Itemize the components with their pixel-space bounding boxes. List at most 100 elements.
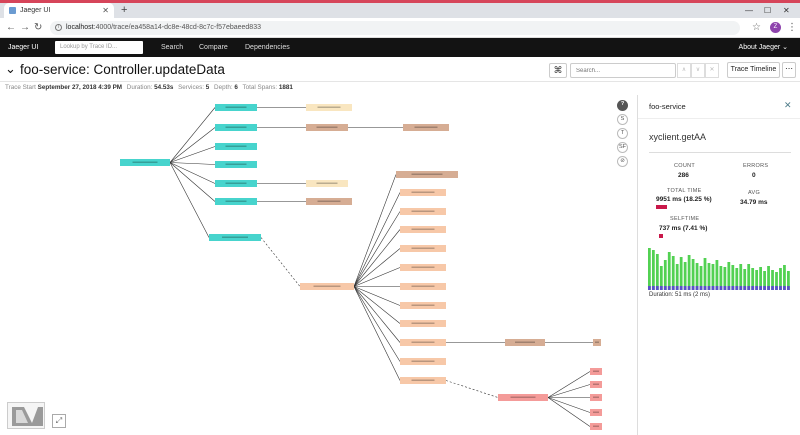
nav-search-link[interactable]: Search xyxy=(161,38,183,57)
graph-edge xyxy=(353,286,401,324)
histogram-bar-self xyxy=(687,286,691,290)
more-options-icon[interactable]: ⋯ xyxy=(782,62,796,78)
view-service-button[interactable]: S xyxy=(617,114,628,125)
depth-value: 6 xyxy=(234,84,238,91)
histogram-bar-self xyxy=(655,286,659,290)
bookmark-star-icon[interactable]: ☆ xyxy=(752,20,761,36)
profile-avatar[interactable]: Z xyxy=(770,22,781,33)
panel-header: foo-service ✕ xyxy=(638,95,800,119)
histogram-bar-self xyxy=(783,286,786,290)
url-host: localhost xyxy=(66,24,94,31)
browser-tab-title: Jaeger UI xyxy=(20,7,51,14)
back-arrow-icon[interactable]: ← xyxy=(6,20,16,36)
histogram-bar-self xyxy=(755,286,759,290)
next-result-icon[interactable]: ∨ xyxy=(691,63,705,78)
graph-minimap[interactable] xyxy=(7,402,45,429)
url-field[interactable]: i localhost:4000/trace/ea458a14-dc8e-48c… xyxy=(50,21,740,35)
info-icon[interactable]: i xyxy=(55,24,62,31)
histogram-bar xyxy=(691,259,695,290)
depth-label: Depth: xyxy=(214,84,233,91)
span-node-label xyxy=(411,228,435,230)
jaeger-favicon-icon xyxy=(9,7,16,14)
forward-arrow-icon[interactable]: → xyxy=(20,20,30,36)
histogram-bar-self xyxy=(663,286,667,290)
histogram-bar-self xyxy=(759,286,763,290)
graph-edge xyxy=(169,162,216,184)
errors-label: ERRORS xyxy=(743,163,769,169)
span-node-label xyxy=(411,173,443,175)
trace-start-label: Trace Start xyxy=(5,84,36,91)
span-node-label xyxy=(316,182,338,184)
span-node-label xyxy=(593,383,599,385)
histogram-bar xyxy=(671,256,675,290)
histogram-bar-self xyxy=(727,286,731,290)
view-error-button[interactable]: ⊘ xyxy=(617,156,628,167)
span-node-label xyxy=(411,210,435,212)
trace-search-input[interactable] xyxy=(570,63,676,78)
span-node-label xyxy=(515,341,535,343)
histogram-bar-self xyxy=(763,286,766,290)
collapse-chevron-icon[interactable]: ⌄ xyxy=(5,60,16,78)
tab-close-icon[interactable]: ✕ xyxy=(102,3,109,18)
span-node-label xyxy=(411,266,435,268)
span-node-label xyxy=(414,126,438,128)
reload-icon[interactable]: ↻ xyxy=(34,20,42,36)
span-node-label xyxy=(225,126,247,128)
histogram-bar xyxy=(679,257,683,290)
graph-edge xyxy=(547,384,591,398)
histogram-bar xyxy=(651,250,655,290)
about-jaeger-menu[interactable]: About Jaeger ⌄ xyxy=(739,38,788,57)
span-node-label xyxy=(593,396,599,398)
duration-caption: Duration: 51 ms (2 ms) xyxy=(649,292,711,298)
view-selftime-button[interactable]: SF xyxy=(617,142,628,153)
span-node-label xyxy=(593,425,599,427)
help-icon[interactable]: ? xyxy=(617,100,628,111)
avg-value: 34.79 ms xyxy=(740,199,768,206)
new-tab-icon[interactable]: + xyxy=(121,3,127,18)
histogram-bar-self xyxy=(775,286,778,290)
window-close-icon[interactable]: ✕ xyxy=(783,3,790,18)
trace-title: foo-service: Controller.updateData xyxy=(20,62,225,77)
trace-graph[interactable] xyxy=(0,95,614,435)
histogram-bar xyxy=(648,248,651,290)
span-node-label xyxy=(411,341,435,343)
histogram-bar-self xyxy=(731,286,735,290)
minimize-icon[interactable]: — xyxy=(745,3,753,18)
nav-compare-link[interactable]: Compare xyxy=(199,38,228,57)
browser-tab[interactable]: Jaeger UI ✕ xyxy=(4,3,114,18)
histogram-bar-self xyxy=(667,286,671,290)
maximize-icon[interactable]: ☐ xyxy=(764,3,771,18)
graph-edge xyxy=(353,286,401,381)
histogram-bar-self xyxy=(695,286,699,290)
histogram-bar xyxy=(667,252,671,290)
fullscreen-icon[interactable]: ⤢ xyxy=(52,414,66,428)
prev-result-icon[interactable]: ∧ xyxy=(677,63,691,78)
total-time-bar xyxy=(656,205,667,209)
keyboard-shortcuts-icon[interactable]: ⌘ xyxy=(549,63,567,78)
browser-menu-icon[interactable]: ⋮ xyxy=(787,20,797,36)
graph-edge xyxy=(547,397,591,427)
services-label: Services: xyxy=(178,84,205,91)
histogram-bar-self xyxy=(767,286,770,290)
nav-dependencies-link[interactable]: Dependencies xyxy=(245,38,290,57)
trace-id-lookup-input[interactable]: Lookup by Trace ID... xyxy=(55,41,143,54)
span-node-label xyxy=(317,200,341,202)
histogram-bar-self xyxy=(659,286,663,290)
histogram-bar-self xyxy=(671,286,675,290)
node-detail-panel: foo-service ✕ xyclient.getAA COUNT 286 E… xyxy=(637,95,800,435)
view-time-button[interactable]: T xyxy=(617,128,628,139)
histogram-bar xyxy=(715,260,719,290)
histogram-bar xyxy=(707,263,711,290)
clear-search-icon[interactable]: ✕ xyxy=(705,63,719,78)
panel-close-icon[interactable]: ✕ xyxy=(784,100,792,111)
histogram-bar xyxy=(687,255,691,290)
divider xyxy=(649,152,791,153)
total-spans-value: 1881 xyxy=(278,84,293,91)
span-node-label xyxy=(225,106,247,108)
count-label: COUNT xyxy=(674,163,696,169)
graph-edge xyxy=(547,371,591,398)
trace-timeline-button[interactable]: Trace Timeline xyxy=(727,62,780,78)
histogram-bar xyxy=(727,262,731,290)
histogram-bar-self xyxy=(715,286,719,290)
brand-link[interactable]: Jaeger UI xyxy=(8,38,38,57)
